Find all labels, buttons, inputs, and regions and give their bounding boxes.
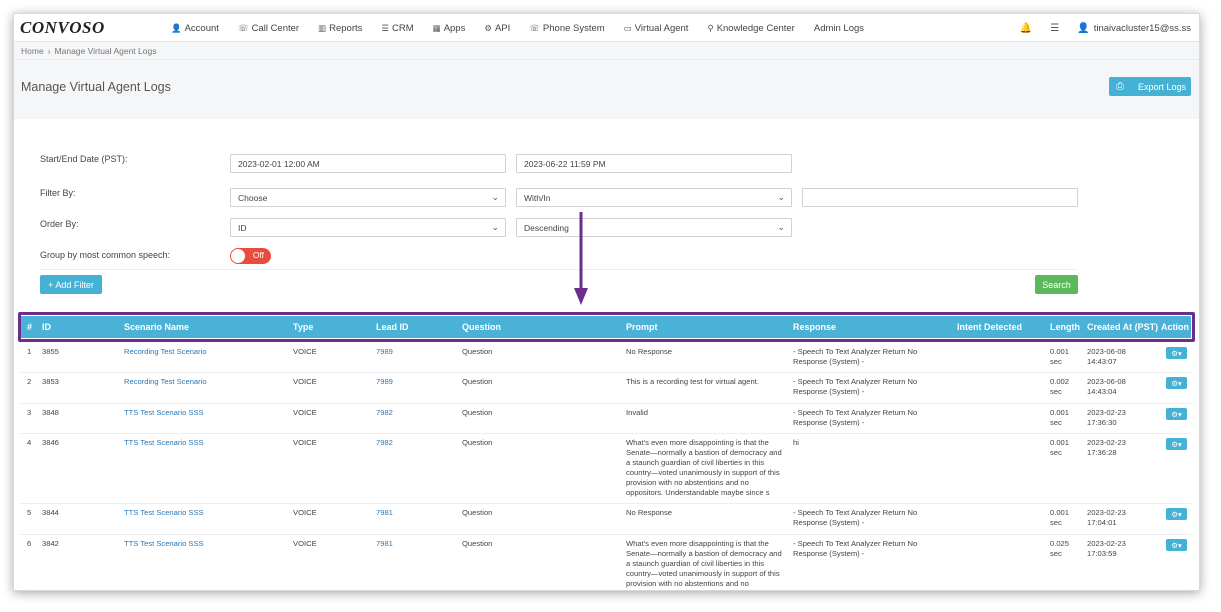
lead-id-link[interactable]: 7989	[376, 377, 393, 387]
row-action-button[interactable]: ⚙▾	[1166, 377, 1187, 389]
end-date-input[interactable]: 2023-06-22 11:59 PM	[516, 154, 792, 173]
scenario-link[interactable]: TTS Test Scenario SSS	[124, 539, 204, 549]
printer-icon: ⎙	[1116, 81, 1124, 92]
breadcrumb-current: Manage Virtual Agent Logs	[54, 45, 157, 56]
lightbulb-icon: ⚲	[707, 22, 714, 33]
start-date-input[interactable]: 2023-02-01 12:00 AM	[230, 154, 506, 173]
order-field-select[interactable]: ID ⌄	[230, 218, 506, 237]
group-speech-toggle[interactable]: Off	[230, 248, 271, 264]
row-action-button[interactable]: ⚙▾	[1166, 347, 1187, 359]
row-action-button[interactable]: ⚙▾	[1166, 508, 1187, 520]
nav-item-api[interactable]: ⚙ API	[484, 23, 510, 34]
chevron-down-icon: ⌄	[777, 192, 785, 202]
logs-panel: Start/End Date (PST): 2023-02-01 12:00 A…	[14, 119, 1199, 590]
grid-icon: ▦	[432, 22, 441, 33]
row-action-button[interactable]: ⚙▾	[1166, 539, 1187, 551]
convoso-logo[interactable]: CONVOSO	[20, 18, 105, 38]
phone-icon: ☏	[237, 22, 249, 33]
toggle-knob	[231, 249, 245, 263]
add-filter-button[interactable]: + Add Filter	[40, 275, 102, 294]
filter-by-label: Filter By:	[40, 188, 76, 198]
nav-item-apps[interactable]: ▦ Apps	[433, 23, 466, 34]
table-row: 6 3842 TTS Test Scenario SSS VOICE 7981 …	[20, 535, 1191, 590]
lead-id-link[interactable]: 7982	[376, 438, 393, 448]
scenario-link[interactable]: Recording Test Scenario	[124, 377, 207, 387]
lead-id-link[interactable]: 7982	[376, 408, 393, 418]
main-nav: 👤 Account ☏ Call Center ▥ Reports ☰ CRM ▦ App…	[171, 14, 883, 42]
scenario-link[interactable]: TTS Test Scenario SSS	[124, 438, 204, 448]
page-header: Manage Virtual Agent Logs ⎙ Export Logs	[14, 60, 1199, 118]
nav-item-phone-system[interactable]: ☏ Phone System	[529, 23, 604, 34]
top-navbar: CONVOSO 👤 Account ☏ Call Center ▥ Reports ☰…	[14, 14, 1199, 42]
lead-id-link[interactable]: 7981	[376, 539, 393, 549]
table-row: 1 3855 Recording Test Scenario VOICE 798…	[20, 343, 1191, 373]
bar-chart-icon: ▥	[318, 22, 327, 33]
nav-item-account[interactable]: 👤 Account	[171, 23, 219, 34]
group-speech-label: Group by most common speech:	[40, 250, 171, 260]
table-row: 3 3848 TTS Test Scenario SSS VOICE 7982 …	[20, 404, 1191, 434]
table-row: 5 3844 TTS Test Scenario SSS VOICE 7981 …	[20, 504, 1191, 535]
filter-field-select[interactable]: Choose ⌄	[230, 188, 506, 207]
scenario-link[interactable]: Recording Test Scenario	[124, 347, 207, 357]
chevron-down-icon: ⌄	[491, 222, 499, 232]
arrow-down-icon	[574, 212, 588, 305]
breadcrumb-separator: ›	[47, 45, 51, 56]
nav-right: 🔔 ☰ 👤 tinaivacluster15@ss.ss	[1002, 14, 1191, 42]
table-row: 2 3853 Recording Test Scenario VOICE 798…	[20, 373, 1191, 404]
phone-icon: ☏	[529, 22, 540, 33]
search-button[interactable]: Search	[1035, 275, 1078, 294]
user-icon[interactable]: 👤	[1077, 23, 1089, 34]
nav-item-virtual-agent[interactable]: ▭ Virtual Agent	[624, 23, 689, 34]
nav-item-reports[interactable]: ▥ Reports	[318, 23, 362, 34]
database-icon[interactable]: ☰	[1050, 23, 1059, 34]
export-logs-button[interactable]: ⎙ Export Logs	[1109, 77, 1191, 96]
filter-operator-select[interactable]: With/In ⌄	[516, 188, 792, 207]
monitor-icon: ▭	[623, 22, 632, 33]
page-title: Manage Virtual Agent Logs	[21, 80, 171, 94]
chevron-down-icon: ⌄	[491, 192, 499, 202]
app-window: CONVOSO 👤 Account ☏ Call Center ▥ Reports ☰…	[13, 13, 1200, 591]
chevron-down-icon: ⌄	[777, 222, 785, 232]
nav-item-admin-logs[interactable]: Admin Logs	[814, 23, 864, 34]
filter-divider	[40, 269, 1078, 270]
scenario-link[interactable]: TTS Test Scenario SSS	[124, 408, 204, 418]
scenario-link[interactable]: TTS Test Scenario SSS	[124, 508, 204, 518]
order-by-label: Order By:	[40, 219, 79, 229]
nav-item-knowledge-center[interactable]: ⚲ Knowledge Center	[707, 23, 794, 34]
filter-value-input[interactable]	[802, 188, 1078, 207]
user-email[interactable]: tinaivacluster15@ss.ss	[1094, 23, 1191, 34]
nav-item-call-center[interactable]: ☏ Call Center	[238, 23, 299, 34]
user-icon: 👤	[171, 22, 182, 33]
header-highlight-box	[18, 312, 1195, 342]
table-row: 4 3846 TTS Test Scenario SSS VOICE 7982 …	[20, 434, 1191, 504]
lead-id-link[interactable]: 7981	[376, 508, 393, 518]
gear-icon: ⚙	[484, 22, 492, 33]
breadcrumb-home[interactable]: Home	[21, 46, 44, 56]
bell-icon[interactable]: 🔔	[1020, 23, 1032, 34]
date-range-label: Start/End Date (PST):	[40, 154, 128, 164]
breadcrumb: Home › Manage Virtual Agent Logs	[14, 42, 1199, 60]
order-direction-select[interactable]: Descending ⌄	[516, 218, 792, 237]
row-action-button[interactable]: ⚙▾	[1166, 438, 1187, 450]
lead-id-link[interactable]: 7989	[376, 347, 393, 357]
list-icon: ☰	[381, 22, 390, 33]
nav-item-crm[interactable]: ☰ CRM	[381, 23, 413, 34]
row-action-button[interactable]: ⚙▾	[1166, 408, 1187, 420]
